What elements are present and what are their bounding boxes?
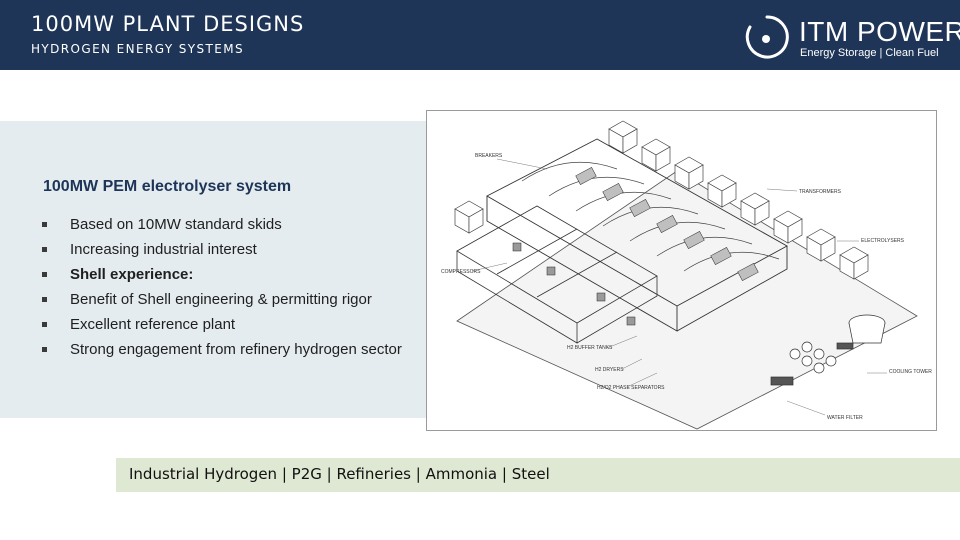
page-subtitle: HYDROGEN ENERGY SYSTEMS bbox=[31, 42, 245, 56]
bullet-square-icon bbox=[42, 272, 47, 277]
content-panel bbox=[0, 121, 458, 418]
label-h2-buffer-tanks: H2 BUFFER TANKS bbox=[567, 345, 613, 351]
footer-sectors-text: Industrial Hydrogen | P2G | Refineries |… bbox=[129, 465, 550, 483]
label-water-filter: WATER FILTER bbox=[827, 415, 863, 421]
bullet-text: Benefit of Shell engineering & permittin… bbox=[70, 291, 372, 308]
bullet-text: Based on 10MW standard skids bbox=[70, 216, 282, 233]
bullet-text: Excellent reference plant bbox=[70, 316, 236, 333]
plant-layout-diagram: BREAKERS TRANSFORMERS ELECTROLYSERS COMP… bbox=[426, 110, 937, 431]
bullet-square-icon bbox=[42, 322, 47, 327]
label-cooling-tower: COOLING TOWER bbox=[889, 369, 932, 375]
bullet-text: Strong engagement from refinery hydrogen… bbox=[70, 341, 402, 358]
plant-layout-drawing-icon: BREAKERS TRANSFORMERS ELECTROLYSERS COMP… bbox=[441, 120, 932, 430]
label-transformers: TRANSFORMERS bbox=[799, 189, 842, 195]
itm-power-logo: ITM POWER Energy Storage | Clean Fuel bbox=[744, 12, 960, 64]
label-h2-dryers: H2 DRYERS bbox=[595, 367, 624, 373]
footer-banner: Industrial Hydrogen | P2G | Refineries |… bbox=[116, 458, 960, 492]
logo-mark-icon bbox=[745, 15, 789, 59]
bullet-square-icon bbox=[42, 347, 47, 352]
label-compressors: COMPRESSORS bbox=[441, 269, 481, 275]
logo-name: ITM POWER bbox=[799, 16, 960, 47]
bullet-text: Shell experience: bbox=[70, 266, 194, 283]
label-electrolysers: ELECTROLYSERS bbox=[861, 238, 905, 244]
bullet-square-icon bbox=[42, 247, 47, 252]
bullet-text: Increasing industrial interest bbox=[70, 241, 257, 258]
logo-tagline: Energy Storage | Clean Fuel bbox=[800, 47, 939, 59]
label-breakers: BREAKERS bbox=[475, 153, 503, 159]
label-separators: H2/O2 PHASE SEPARATORS bbox=[597, 385, 665, 391]
section-heading: 100MW PEM electrolyser system bbox=[43, 178, 292, 195]
bullet-square-icon bbox=[42, 297, 47, 302]
bullet-square-icon bbox=[42, 222, 47, 227]
page-title: 100MW PLANT DESIGNS bbox=[31, 12, 305, 36]
header-bar: 100MW PLANT DESIGNS HYDROGEN ENERGY SYST… bbox=[0, 0, 960, 70]
